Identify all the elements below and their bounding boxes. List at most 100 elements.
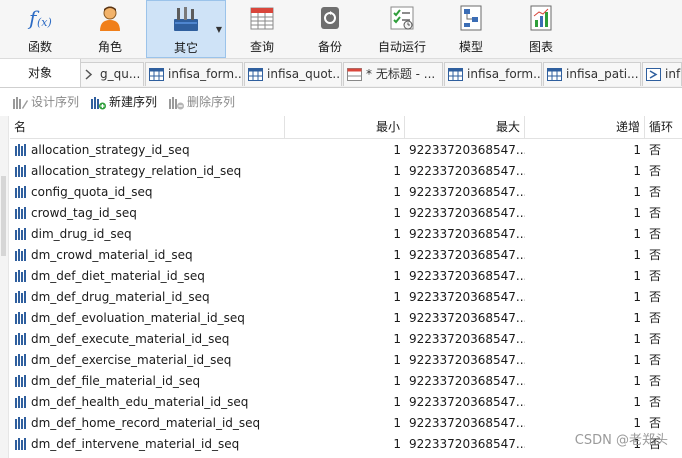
sequence-name: config_quota_id_seq [31, 185, 153, 199]
left-scroll-edge[interactable] [0, 116, 9, 458]
function-button[interactable]: f (x) 函数 [12, 0, 68, 58]
other-dropdown-caret[interactable]: ▼ [216, 25, 222, 34]
cell-min: 1 [393, 227, 401, 241]
sequence-icon [15, 206, 26, 219]
cell-max: 92233720368547... [409, 164, 525, 178]
table-row[interactable]: dm_def_health_edu_material_id_seq 1 922337… [10, 392, 682, 413]
table-row[interactable]: allocation_strategy_id_seq 1 9223372036854… [10, 140, 682, 161]
model-label: 模型 [458, 40, 483, 54]
tab-objects[interactable]: 对象 [0, 59, 81, 87]
table-row[interactable]: dm_def_diet_material_id_seq 1 922337203685… [10, 266, 682, 287]
cell-name: dm_def_home_record_material_id_seq [10, 413, 285, 434]
cell-increment: 1 [633, 332, 641, 346]
table-row[interactable]: dm_def_file_material_id_seq 1 922337203685… [10, 371, 682, 392]
sequence-name: allocation_strategy_id_seq [31, 143, 190, 157]
tab-document[interactable]: infisa_form... [145, 62, 243, 86]
cell-min: 1 [393, 353, 401, 367]
cell-min: 1 [393, 332, 401, 346]
table-row[interactable]: dm_def_execute_material_id_seq 1 922337203… [10, 329, 682, 350]
column-header-name[interactable]: 名 [10, 116, 285, 138]
cell-increment: 1 [633, 290, 641, 304]
cell-min: 1 [393, 164, 401, 178]
cell-cycle: 否 [649, 269, 662, 283]
cell-increment: 1 [633, 206, 641, 220]
table-row[interactable]: dm_def_drug_material_id_seq 1 922337203685… [10, 287, 682, 308]
column-header-increment[interactable]: 递增 [525, 116, 645, 138]
cell-min: 1 [393, 437, 401, 451]
autorun-button[interactable]: 自动运行 [370, 0, 434, 58]
cell-max: 92233720368547... [409, 269, 525, 283]
sequence-name: dm_def_health_edu_material_id_seq [31, 395, 249, 409]
scroll-thumb[interactable] [1, 176, 6, 256]
cell-name: allocation_strategy_relation_id_seq [10, 161, 285, 182]
sequence-icon [15, 416, 26, 429]
table-row[interactable]: crowd_tag_id_seq 1 92233720368547... 1 否 [10, 203, 682, 224]
cell-increment: 1 [633, 143, 641, 157]
model-icon [460, 5, 482, 31]
table-row[interactable]: dm_def_evoluation_material_id_seq 1 922337… [10, 308, 682, 329]
column-header-cycle[interactable]: 循环 [645, 116, 682, 138]
sequence-name: dm_def_evoluation_material_id_seq [31, 311, 245, 325]
sequence-icon [85, 69, 93, 80]
table-row[interactable]: dm_crowd_material_id_seq 1 92233720368547.… [10, 245, 682, 266]
sequence-icon [15, 143, 26, 156]
cell-name: config_quota_id_seq [10, 182, 285, 203]
table-icon [547, 68, 562, 81]
sequence-name: dm_crowd_material_id_seq [31, 248, 193, 262]
design-sequence-label: 设计序列 [31, 95, 80, 109]
table-row[interactable]: dm_def_exercise_material_id_seq 1 92233720… [10, 350, 682, 371]
tab-document[interactable]: infisa_form... [444, 62, 542, 86]
table-row[interactable]: config_quota_id_seq 1 92233720368547... 1 否 [10, 182, 682, 203]
tools-icon [174, 7, 198, 31]
chart-button[interactable]: 图表 [513, 0, 569, 58]
cell-cycle: 否 [649, 227, 662, 241]
table-icon [248, 68, 263, 81]
cell-cycle: 否 [649, 143, 662, 157]
svg-text:(x): (x) [37, 16, 52, 29]
cell-cycle: 否 [649, 395, 662, 409]
watermark: CSDN @老郑头 [574, 433, 668, 448]
backup-button[interactable]: 备份 [302, 0, 358, 58]
tab-document[interactable]: infisa_pati... [543, 62, 641, 86]
new-sequence-label: 新建序列 [109, 95, 158, 109]
column-header-max[interactable]: 最大 [405, 116, 525, 138]
tab-label: infisa_form... [168, 67, 243, 81]
tab-document[interactable]: inf [642, 62, 682, 86]
sequence-name: dm_def_execute_material_id_seq [31, 332, 230, 346]
sequence-icon [15, 269, 26, 282]
cell-min: 1 [393, 248, 401, 262]
cell-name: dm_def_evoluation_material_id_seq [10, 308, 285, 329]
design-sequence-icon [13, 96, 28, 109]
query-icon [347, 68, 362, 81]
sequence-icon [15, 332, 26, 345]
cell-cycle: 否 [649, 248, 662, 262]
column-header-min[interactable]: 最小 [285, 116, 405, 138]
cell-max: 92233720368547... [409, 143, 525, 157]
cell-max: 92233720368547... [409, 227, 525, 241]
other-button[interactable]: ▼ 其它 [146, 0, 226, 58]
sequence-name: dm_def_file_material_id_seq [31, 374, 201, 388]
sequence-name: dim_drug_id_seq [31, 227, 132, 241]
cell-increment: 1 [633, 374, 641, 388]
table-row[interactable]: allocation_strategy_relation_id_seq 1 9223… [10, 161, 682, 182]
sequence-name: dm_def_diet_material_id_seq [31, 269, 205, 283]
cell-name: dm_def_drug_material_id_seq [10, 287, 285, 308]
table-row[interactable]: dim_drug_id_seq 1 92233720368547... 1 否 [10, 224, 682, 245]
role-button[interactable]: 角色 [82, 0, 138, 58]
tab-document[interactable]: g_qu... [80, 62, 144, 86]
cell-name: dm_def_exercise_material_id_seq [10, 350, 285, 371]
query-button[interactable]: 查询 [234, 0, 290, 58]
tab-document[interactable]: infisa_quot... [244, 62, 342, 86]
cell-max: 92233720368547... [409, 416, 525, 430]
cell-cycle: 否 [649, 164, 662, 178]
sequence-icon [15, 395, 26, 408]
sequence-name: dm_def_drug_material_id_seq [31, 290, 210, 304]
sequence-name: allocation_strategy_relation_id_seq [31, 164, 242, 178]
model-button[interactable]: 模型 [443, 0, 499, 58]
design-sequence-button[interactable]: 设计序列 [12, 94, 79, 110]
new-sequence-button[interactable]: 新建序列 [90, 94, 157, 110]
delete-sequence-button[interactable]: 删除序列 [168, 94, 235, 110]
cell-max: 92233720368547... [409, 311, 525, 325]
cell-cycle: 否 [649, 290, 662, 304]
tab-document[interactable]: * 无标题 - ... [343, 62, 443, 86]
